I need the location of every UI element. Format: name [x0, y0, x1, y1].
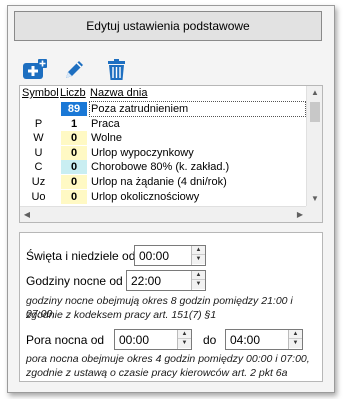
- row-count: 0: [61, 131, 87, 146]
- row-count: 0: [61, 175, 87, 189]
- night-time-note-line-1: pora nocna obejmuje okres 4 godzin pomię…: [26, 353, 310, 365]
- holidays-time-field[interactable]: 00:00 ▲ ▼: [134, 245, 206, 266]
- row-day-name: Urlop wypoczynkowy: [91, 146, 194, 159]
- spin-down-icon[interactable]: ▼: [289, 339, 302, 348]
- edit-basic-settings-button[interactable]: Edytuj ustawienia podstawowe: [14, 11, 322, 41]
- scroll-right-icon[interactable]: ▶: [293, 207, 307, 223]
- night-time-to-field[interactable]: 04:00 ▲ ▼: [225, 329, 303, 350]
- night-time-label: Pora nocna od: [26, 333, 105, 347]
- row-count: 0: [61, 189, 87, 204]
- spin-down-icon[interactable]: ▼: [192, 280, 205, 289]
- delete-button[interactable]: [104, 58, 130, 82]
- row-symbol: Uo: [31, 190, 46, 203]
- table-row[interactable]: P 1 Praca: [20, 116, 307, 131]
- scroll-thumb[interactable]: [310, 102, 320, 122]
- row-symbol: U: [34, 146, 43, 159]
- holidays-label: Święta i niedziele od: [26, 249, 136, 263]
- row-day-name: Urlop okolicznościowy: [91, 190, 200, 203]
- table-row[interactable]: Uz 0 Urlop na żądanie (4 dni/rok): [20, 175, 307, 189]
- scroll-left-icon[interactable]: ◀: [20, 207, 34, 223]
- row-day-name: Chorobowe 80% (k. zakład.): [91, 161, 230, 174]
- night-hours-time-field[interactable]: 22:00 ▲ ▼: [126, 270, 206, 291]
- night-time-to-spin-buttons: ▲ ▼: [288, 330, 302, 349]
- night-hours-label: Godziny nocne od: [26, 274, 123, 288]
- time-settings-panel: Święta i niedziele od 00:00 ▲ ▼ Godziny …: [19, 232, 323, 382]
- horizontal-scrollbar[interactable]: ◀ ▶: [20, 206, 307, 222]
- row-symbol: [20, 102, 57, 116]
- column-day-name[interactable]: Nazwa dnia: [90, 86, 147, 101]
- table-row[interactable]: C 0 Chorobowe 80% (k. zakład.): [20, 160, 307, 175]
- row-count: 89: [61, 102, 87, 116]
- scroll-down-icon[interactable]: ▼: [307, 192, 323, 206]
- spin-down-icon[interactable]: ▼: [178, 339, 191, 348]
- night-time-from-spin-buttons: ▲ ▼: [177, 330, 191, 349]
- row-day-name: Praca: [91, 117, 120, 130]
- spin-up-icon[interactable]: ▲: [289, 330, 302, 339]
- night-hours-spin-buttons: ▲ ▼: [191, 271, 205, 290]
- row-day-name: Poza zatrudnieniem: [89, 101, 306, 117]
- night-time-to-value: 04:00: [230, 333, 261, 347]
- table-row[interactable]: W 0 Wolne: [20, 131, 307, 146]
- night-time-to-label: do: [203, 333, 217, 347]
- edit-button[interactable]: [62, 58, 88, 82]
- table-row[interactable]: Uo 0 Urlop okolicznościowy: [20, 189, 307, 204]
- add-button[interactable]: [22, 58, 48, 82]
- row-count: 1: [61, 116, 87, 131]
- table-row[interactable]: 89 Poza zatrudnieniem: [20, 101, 307, 117]
- night-hours-note-line-2: zgodnie z kodeksem pracy art. 151(7) §1: [26, 309, 217, 321]
- row-symbol: W: [33, 132, 44, 145]
- spin-up-icon[interactable]: ▲: [178, 330, 191, 339]
- spin-up-icon[interactable]: ▲: [192, 271, 205, 280]
- spin-down-icon[interactable]: ▼: [192, 255, 205, 264]
- column-symbol[interactable]: Symbol: [22, 86, 59, 101]
- row-count: 0: [61, 160, 87, 175]
- vertical-scrollbar[interactable]: ▲ ▼: [306, 86, 322, 206]
- grid-header: Symbol Liczb Nazwa dnia: [20, 86, 307, 101]
- row-symbol: P: [34, 117, 43, 130]
- holidays-time-value: 00:00: [139, 249, 170, 263]
- day-types-grid[interactable]: Symbol Liczb Nazwa dnia 89 Poza zatrudnie…: [19, 85, 323, 223]
- night-time-from-field[interactable]: 00:00 ▲ ▼: [114, 329, 192, 350]
- night-hours-time-value: 22:00: [131, 274, 162, 288]
- edit-basic-settings-label: Edytuj ustawienia podstawowe: [86, 19, 250, 33]
- row-symbol: Uz: [31, 176, 46, 188]
- night-time-from-value: 00:00: [119, 333, 150, 347]
- add-icon: [23, 59, 47, 79]
- row-count: 0: [61, 145, 87, 160]
- scroll-corner: [306, 206, 322, 222]
- holidays-spin-buttons: ▲ ▼: [191, 246, 205, 265]
- column-count[interactable]: Liczb: [60, 86, 86, 101]
- pencil-icon: [66, 61, 83, 78]
- table-row[interactable]: U 0 Urlop wypoczynkowy: [20, 145, 307, 160]
- row-day-name: Wolne: [91, 132, 122, 145]
- scroll-up-icon[interactable]: ▲: [307, 86, 323, 100]
- spin-up-icon[interactable]: ▲: [192, 246, 205, 255]
- row-day-name: Urlop na żądanie (4 dni/rok): [91, 176, 227, 188]
- row-symbol: C: [34, 161, 43, 174]
- trash-icon: [108, 59, 125, 80]
- night-time-note-line-2: zgodnie z ustawą o czasie pracy kierowcó…: [26, 367, 288, 379]
